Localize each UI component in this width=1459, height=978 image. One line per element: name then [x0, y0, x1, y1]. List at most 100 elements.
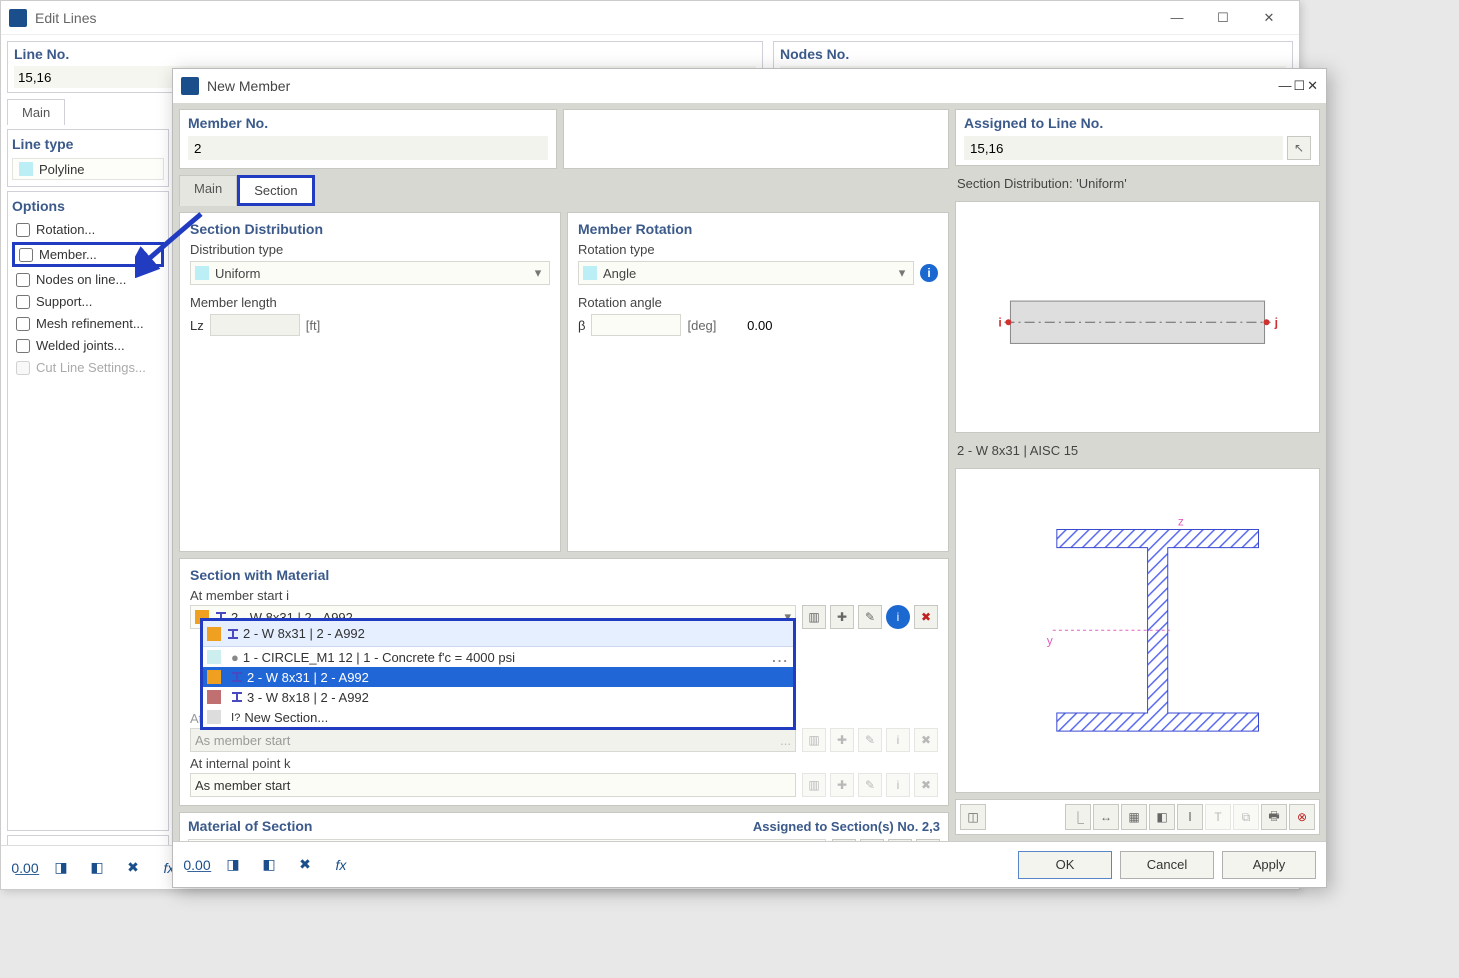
- section-dist-preview-label: Section Distribution: 'Uniform': [955, 172, 1320, 195]
- ibeam-icon: [231, 671, 243, 683]
- more-icon[interactable]: ...: [772, 650, 789, 665]
- section-distribution-panel: Section Distribution Distribution type U…: [179, 212, 561, 552]
- minimize-icon[interactable]: —: [1155, 4, 1199, 32]
- dropdown-item-new[interactable]: Ⅰ? New Section...: [203, 707, 793, 727]
- app-icon: [181, 77, 199, 95]
- polyline-swatch-icon: [19, 162, 33, 176]
- info-icon: i: [886, 728, 910, 752]
- section-shape-preview-label: 2 - W 8x31 | AISC 15: [955, 439, 1320, 462]
- rotation-checkbox[interactable]: [16, 223, 30, 237]
- empty-group-panel: [563, 109, 949, 169]
- close-icon[interactable]: ✕: [1247, 4, 1291, 32]
- section-shape-preview: y z: [955, 468, 1320, 793]
- reset-view-icon[interactable]: ⊗: [1289, 804, 1315, 830]
- chevron-down-icon: ▾: [531, 265, 545, 281]
- stress-tool-icon[interactable]: ◧: [1149, 804, 1175, 830]
- apply-button[interactable]: Apply: [1222, 851, 1316, 879]
- edit-section-icon[interactable]: ✎: [858, 605, 882, 629]
- member-length-label: Member length: [190, 295, 550, 310]
- section-color-swatch-icon: [207, 670, 221, 684]
- maximize-icon[interactable]: ☐: [1201, 4, 1245, 32]
- print-icon[interactable]: 🖶: [1261, 804, 1287, 830]
- dropdown-item-3[interactable]: 3 - W 8x18 | 2 - A992: [203, 687, 793, 707]
- section-color-swatch-icon: [207, 650, 221, 664]
- rotation-type-value: Angle: [603, 266, 895, 281]
- new-section-icon[interactable]: ✚: [830, 605, 854, 629]
- member-no-input[interactable]: [188, 136, 548, 160]
- cancel-button[interactable]: Cancel: [1120, 851, 1214, 879]
- delete-tool-icon[interactable]: ✖: [291, 851, 319, 879]
- internal-point-section-select[interactable]: As member start: [190, 773, 796, 797]
- delete-tool-icon[interactable]: ✖: [119, 854, 147, 882]
- library-icon[interactable]: ▥: [802, 605, 826, 629]
- assigned-to-sections-label: Assigned to Section(s) No. 2,3: [753, 819, 940, 834]
- info-icon: i: [886, 773, 910, 797]
- rotation-angle-spinner[interactable]: [591, 314, 681, 336]
- distribution-type-label: Distribution type: [190, 242, 550, 257]
- member-no-label: Member No.: [188, 115, 548, 131]
- dropdown-item-1[interactable]: ● 1 - CIRCLE_M1 12 | 1 - Concrete f'c = …: [203, 647, 793, 667]
- layer-tool-icon[interactable]: ◧: [83, 854, 111, 882]
- new-member-title: New Member: [207, 78, 290, 94]
- dropdown-item-2[interactable]: 2 - W 8x31 | 2 - A992: [203, 667, 793, 687]
- pick-line-icon[interactable]: ↖: [1287, 136, 1311, 160]
- values-tool-icon[interactable]: ◫: [960, 804, 986, 830]
- support-checkbox[interactable]: [16, 295, 30, 309]
- select-tool-icon[interactable]: ◨: [219, 851, 247, 879]
- nodes-on-line-checkbox[interactable]: [16, 273, 30, 287]
- remove-icon: ✖: [914, 773, 938, 797]
- line-type-select[interactable]: Polyline: [12, 158, 164, 180]
- dimensions-tool-icon[interactable]: ↔: [1093, 804, 1119, 830]
- units-tool-icon[interactable]: 0͟.0͟0: [183, 851, 211, 879]
- ibeam-view-icon[interactable]: Ⅰ: [1177, 804, 1203, 830]
- maximize-icon[interactable]: ☐: [1293, 78, 1305, 94]
- welded-checkbox[interactable]: [16, 339, 30, 353]
- svg-text:y: y: [1047, 634, 1054, 648]
- option-member[interactable]: Member...: [12, 242, 164, 267]
- close-icon[interactable]: ✕: [1307, 78, 1318, 94]
- option-support[interactable]: Support...: [12, 292, 164, 311]
- units-tool-icon[interactable]: 0͟.0͟0: [11, 854, 39, 882]
- member-checkbox[interactable]: [19, 248, 33, 262]
- library-icon: ▥: [802, 773, 826, 797]
- rotation-type-select[interactable]: Angle ▾: [578, 261, 914, 285]
- member-length-spinner: [210, 314, 300, 336]
- info-icon[interactable]: i: [886, 605, 910, 629]
- option-mesh[interactable]: Mesh refinement...: [12, 314, 164, 333]
- tab-section[interactable]: Section: [237, 175, 314, 206]
- nodes-no-label: Nodes No.: [780, 46, 1286, 62]
- options-panel: Options Rotation... Member... Nodes on l…: [7, 191, 169, 831]
- info-icon[interactable]: i: [920, 264, 938, 282]
- option-nodes-on-line[interactable]: Nodes on line...: [12, 270, 164, 289]
- more-icon: ...: [780, 733, 791, 748]
- option-welded[interactable]: Welded joints...: [12, 336, 164, 355]
- edit-lines-titlebar: Edit Lines — ☐ ✕: [1, 1, 1299, 35]
- rotation-angle-input[interactable]: [592, 318, 776, 333]
- tab-main[interactable]: Main: [179, 175, 237, 206]
- section-color-swatch-icon: [207, 627, 221, 641]
- library-icon: ▥: [802, 728, 826, 752]
- tab-main-editlines[interactable]: Main: [7, 99, 65, 125]
- option-rotation[interactable]: Rotation...: [12, 220, 164, 239]
- options-header: Options: [12, 198, 164, 214]
- line-no-label: Line No.: [14, 46, 756, 62]
- layer-tool-icon[interactable]: ◧: [255, 851, 283, 879]
- option-cut-line: Cut Line Settings...: [12, 358, 164, 377]
- section-dropdown-list[interactable]: 2 - W 8x31 | 2 - A992 ● 1 - CIRCLE_M1 12…: [200, 618, 796, 730]
- mesh-checkbox[interactable]: [16, 317, 30, 331]
- remove-icon[interactable]: ✖: [914, 605, 938, 629]
- fx-tool-icon[interactable]: fx: [327, 851, 355, 879]
- tee-view-icon: T: [1205, 804, 1231, 830]
- axes-tool-icon[interactable]: ⎿: [1065, 804, 1091, 830]
- ok-button[interactable]: OK: [1018, 851, 1112, 879]
- grid-tool-icon[interactable]: ▦: [1121, 804, 1147, 830]
- minimize-icon[interactable]: —: [1278, 78, 1291, 94]
- line-type-panel: Line type Polyline: [7, 129, 169, 187]
- member-rotation-panel: Member Rotation Rotation type Angle ▾ i: [567, 212, 949, 552]
- section-dropdown-selected[interactable]: 2 - W 8x31 | 2 - A992: [203, 621, 793, 647]
- select-tool-icon[interactable]: ◨: [47, 854, 75, 882]
- assigned-line-input[interactable]: [964, 136, 1283, 160]
- chevron-down-icon: ▾: [895, 265, 909, 281]
- internal-point-section-value: As member start: [195, 778, 290, 793]
- distribution-type-select[interactable]: Uniform ▾: [190, 261, 550, 285]
